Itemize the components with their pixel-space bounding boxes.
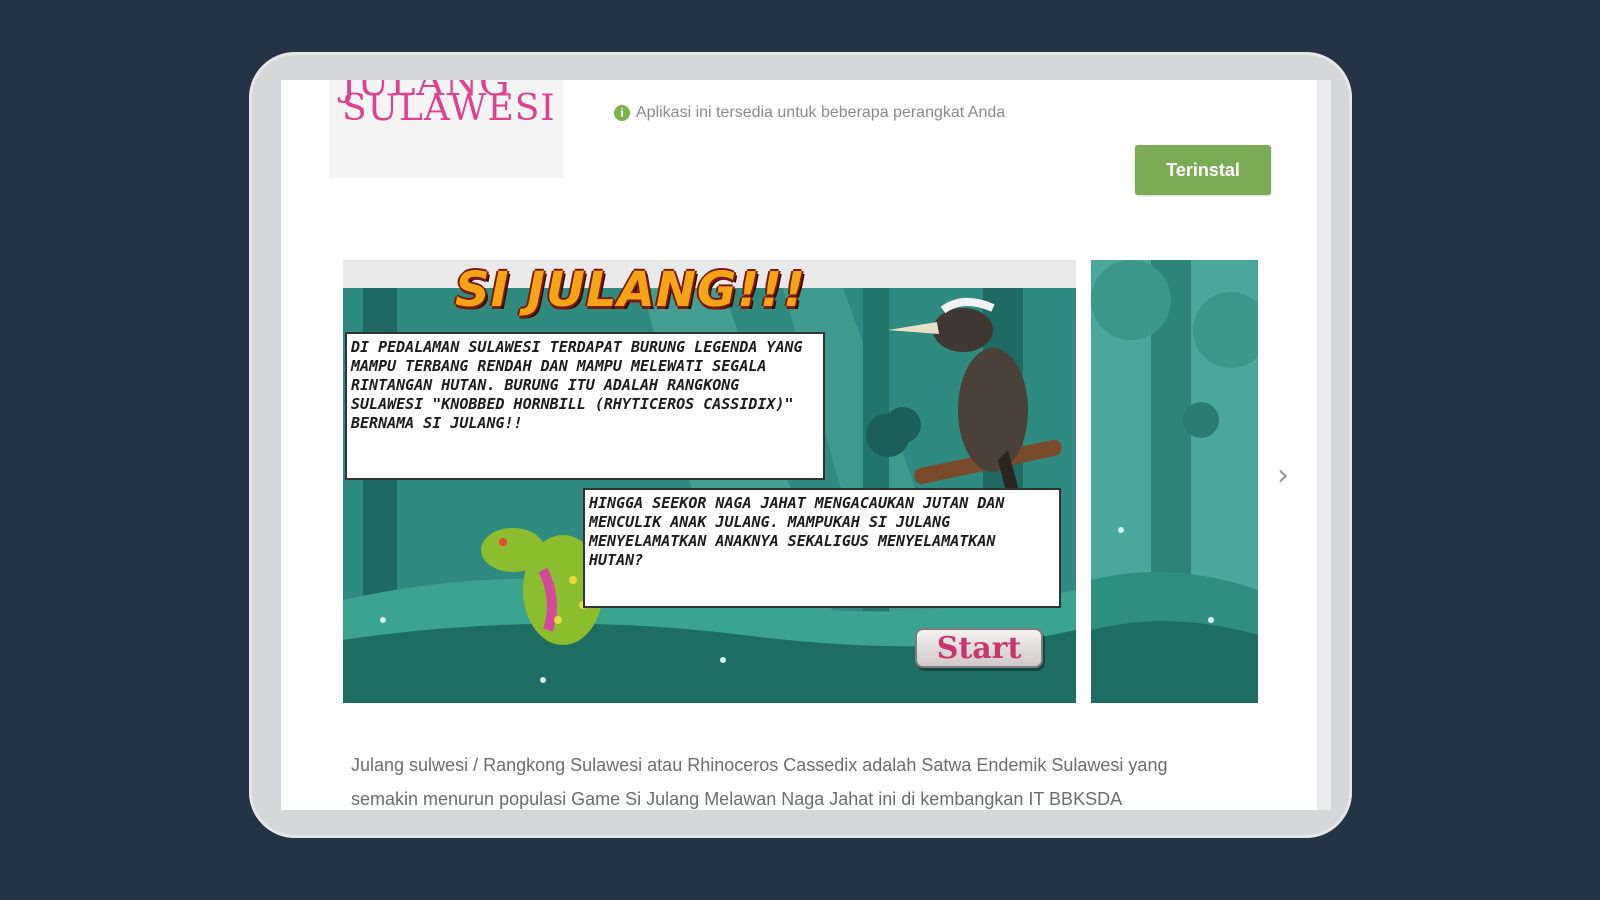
screen-edge: [1317, 80, 1331, 810]
availability-text: Aplikasi ini tersedia untuk beberapa per…: [636, 104, 1006, 121]
screenshot-2[interactable]: [1091, 260, 1258, 703]
forest-scene-2: [1091, 260, 1258, 703]
description-line-2: semakin menurun populasi Game Si Julang …: [351, 789, 1123, 809]
start-button: Start: [915, 628, 1043, 668]
app-icon-title: SULAWESI: [342, 88, 556, 129]
app-store-screen: JULANG SULAWESI i Aplikasi ini tersedia …: [281, 80, 1317, 810]
story-text-2: Hingga seekor naga jahat mengacaukan jut…: [583, 488, 1061, 608]
installed-button[interactable]: Terinstal: [1135, 145, 1271, 195]
availability-notice: i Aplikasi ini tersedia untuk beberapa p…: [614, 104, 1005, 122]
screenshot-1[interactable]: SI JULANG!!! Di pedalaman Sulawesi terda…: [343, 260, 1076, 703]
game-title: SI JULANG!!!: [455, 262, 806, 318]
info-circle-icon: i: [614, 105, 630, 121]
story-text-1: Di pedalaman Sulawesi terdapat burung le…: [345, 332, 825, 480]
app-icon[interactable]: JULANG SULAWESI: [329, 80, 563, 178]
description-line-1: Julang sulwesi / Rangkong Sulawesi atau …: [351, 755, 1168, 775]
chevron-right-icon[interactable]: ›: [1272, 458, 1294, 493]
app-description: Julang sulwesi / Rangkong Sulawesi atau …: [351, 748, 1251, 810]
